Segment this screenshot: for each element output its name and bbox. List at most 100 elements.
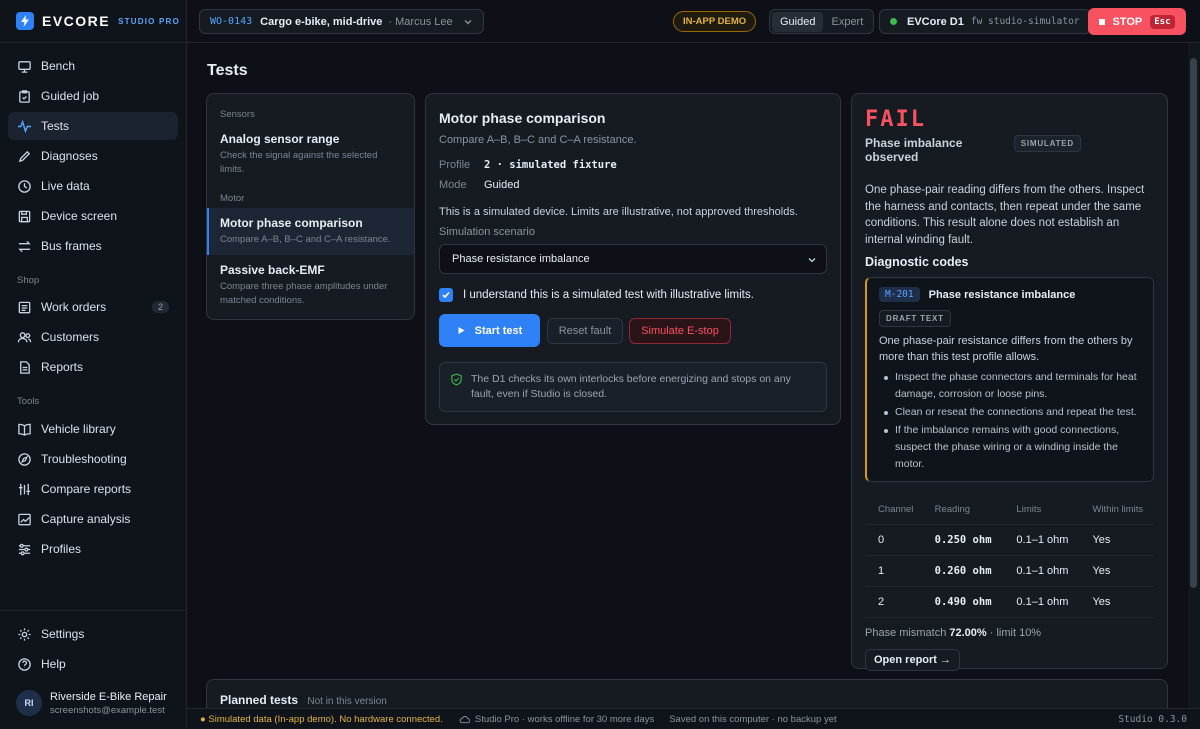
code-step: Clean or reseat the connections and repe… (879, 404, 1141, 421)
status-sim: ● Simulated data (In-app demo). No hardw… (200, 713, 443, 725)
nav-device-screen[interactable]: Device screen (8, 202, 178, 230)
work-orders-count-badge: 2 (151, 301, 169, 313)
reset-fault-button[interactable]: Reset fault (547, 317, 623, 344)
nav-label: Troubleshooting (41, 452, 127, 466)
mode-label: Mode (439, 179, 467, 191)
code-title: Phase resistance imbalance (928, 288, 1076, 301)
bolt-logo-icon (16, 12, 34, 30)
nav-label: Capture analysis (41, 512, 131, 526)
mode-value: Guided (484, 179, 520, 191)
nav-settings[interactable]: Settings (8, 620, 178, 648)
nav-profiles[interactable]: Profiles (8, 535, 178, 563)
nav-bench[interactable]: Bench (8, 52, 178, 80)
nav-compare-reports[interactable]: Compare reports (8, 475, 178, 503)
pencil-icon (18, 150, 31, 162)
section-sensors: Sensors (220, 109, 255, 120)
test-title: Motor phase comparison (439, 110, 606, 126)
test-item-name: Motor phase comparison (220, 216, 363, 230)
chart-icon (18, 513, 31, 525)
ack-label: I understand this is a simulated test wi… (463, 289, 754, 301)
cell-reading: 0.490 ohm (921, 586, 1004, 618)
nav-label: Customers (41, 330, 100, 344)
mismatch-value: 72.00% (949, 626, 987, 639)
simulated-badge: SIMULATED (1013, 134, 1081, 152)
col-reading: Reading (921, 496, 1004, 525)
test-item-analog-sensor[interactable]: Analog sensor range Check the signal aga… (207, 124, 414, 185)
nav-troubleshooting[interactable]: Troubleshooting (8, 445, 178, 473)
account[interactable]: RI Riverside E-Bike Repair screenshots@e… (16, 690, 167, 716)
start-test-button[interactable]: Start test (439, 314, 540, 347)
nav-guided-job[interactable]: Guided job (8, 82, 178, 110)
cell-within: Yes (1079, 586, 1154, 618)
ack-checkbox[interactable] (439, 288, 453, 302)
diagnostic-codes-title: Diagnostic codes (865, 255, 969, 269)
stop-shortcut: Esc (1150, 14, 1175, 29)
table-row: 1 0.260 ohm 0.1–1 ohm Yes (865, 555, 1154, 587)
code-steps: Inspect the phase connectors and termina… (879, 369, 1141, 473)
col-limits: Limits (1003, 496, 1080, 525)
scrollbar-thumb[interactable] (1190, 58, 1197, 588)
safety-note-text: The D1 checks its own interlocks before … (471, 373, 791, 400)
work-order-selector[interactable]: WO-0143 Cargo e-bike, mid-drive · Marcus… (199, 9, 484, 34)
nav-capture-analysis[interactable]: Capture analysis (8, 505, 178, 533)
table-row: 2 0.490 ohm 0.1–1 ohm Yes (865, 586, 1154, 618)
mode-expert-button[interactable]: Expert (823, 12, 871, 32)
code-desc: One phase-pair resistance differs from t… (879, 335, 1133, 363)
status-license: Studio Pro · works offline for 30 more d… (459, 714, 654, 725)
nav-reports[interactable]: Reports (8, 353, 178, 381)
arrows-icon (18, 240, 31, 252)
nav-label: Device screen (41, 209, 118, 223)
action-row: Start test Reset fault Simulate E-stop (439, 314, 827, 347)
brand-name: EVCORE (42, 13, 111, 29)
mode-toggle: Guided Expert (769, 9, 875, 34)
nav-diagnoses[interactable]: Diagnoses (8, 142, 178, 170)
scenario-select[interactable]: Phase resistance imbalance (439, 244, 827, 274)
work-order-id: WO-0143 (210, 16, 253, 27)
page-title: Tests (207, 62, 248, 79)
mismatch-prefix: Phase mismatch (865, 626, 950, 639)
planned-note: Not in this version (307, 696, 387, 707)
test-item-motor-phase[interactable]: Motor phase comparison Compare A–B, B–C … (207, 208, 414, 255)
mode-guided-button[interactable]: Guided (772, 11, 824, 32)
book-icon (18, 423, 31, 436)
compare-icon (18, 483, 31, 495)
test-item-back-emf[interactable]: Passive back-EMF Compare three phase amp… (207, 255, 414, 316)
profile-label: Profile (439, 159, 471, 171)
test-item-desc: Compare A–B, B–C and C–A resistance. (220, 234, 391, 245)
nav-bus-frames[interactable]: Bus frames (8, 232, 178, 260)
cell-channel: 1 (865, 555, 922, 587)
status-bar: ● Simulated data (In-app demo). No hardw… (187, 708, 1200, 729)
sliders-icon (18, 543, 31, 555)
nav-label: Settings (41, 627, 85, 641)
stop-square-icon (1099, 18, 1106, 25)
work-order-customer: · Marcus Lee (388, 15, 453, 28)
nav-label: Compare reports (41, 482, 132, 496)
bench-icon (18, 60, 31, 73)
nav-live-data[interactable]: Live data (8, 172, 178, 200)
device-firmware: fw studio-simulator (970, 16, 1080, 27)
cell-limits: 0.1–1 ohm (1003, 555, 1080, 587)
nav-work-orders[interactable]: Work orders 2 (8, 293, 178, 321)
nav-help[interactable]: Help (8, 650, 178, 678)
users-icon (17, 331, 32, 342)
simulate-estop-button[interactable]: Simulate E-stop (629, 317, 731, 344)
code-id: M-201 (879, 287, 920, 302)
safety-note: The D1 checks its own interlocks before … (439, 362, 827, 412)
nav-label: Live data (41, 179, 90, 193)
nav-customers[interactable]: Customers (8, 323, 178, 351)
start-test-label: Start test (474, 324, 523, 337)
stop-button[interactable]: STOP Esc (1088, 8, 1186, 35)
open-report-button[interactable]: Open report → (865, 648, 961, 671)
nav-label: Vehicle library (41, 422, 116, 436)
play-icon (458, 327, 465, 334)
device-status[interactable]: EVCore D1 fw studio-simulator (879, 9, 1091, 34)
nav-vehicle-library[interactable]: Vehicle library (8, 415, 178, 443)
check-icon (442, 291, 450, 299)
scrollbar[interactable] (1188, 43, 1200, 708)
profile-value: 2 · simulated fixture (484, 159, 617, 171)
account-name: Riverside E-Bike Repair (50, 690, 167, 703)
sidebar: EVCORE STUDIO PRO Bench Guided job Tests… (0, 0, 187, 729)
avatar: RI (16, 690, 42, 716)
document-icon (20, 360, 30, 374)
nav-tests[interactable]: Tests (8, 112, 178, 140)
